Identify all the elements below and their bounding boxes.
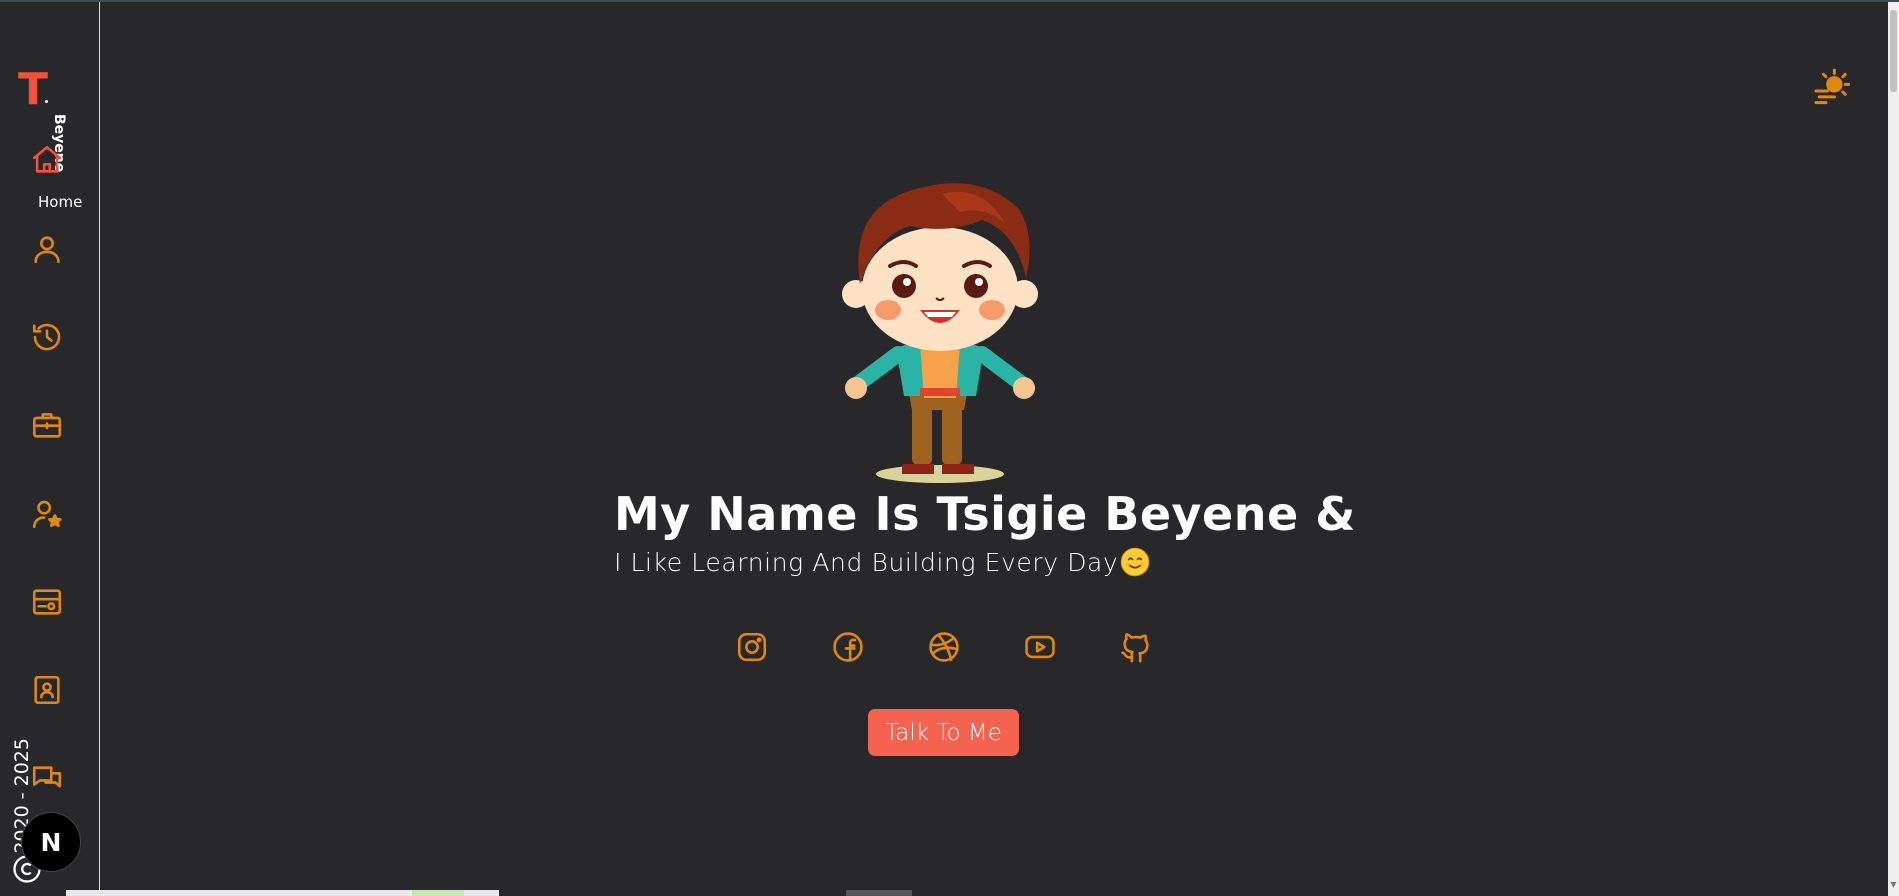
sidebar-divider [99,2,100,896]
facebook-link[interactable] [831,630,865,664]
hero-subtitle: I Like Learning And Building Every Day [614,547,1150,577]
scrollbar[interactable] [1888,2,1899,896]
scroll-down-arrow[interactable]: ▼ [1889,880,1898,890]
briefcase-icon [32,413,62,438]
server-icon [32,589,62,615]
contact-book-icon [34,675,60,705]
github-link[interactable] [1119,630,1153,664]
logo-letter[interactable]: T [18,68,48,112]
logo-dot [45,100,48,103]
dribbble-link[interactable] [927,630,961,664]
github-icon [1121,633,1149,663]
nav-home[interactable] [26,139,68,181]
bottom-strip-segment [412,890,464,896]
youtube-icon [1025,635,1055,659]
nextjs-badge[interactable]: N [21,812,81,872]
instagram-icon [737,632,767,662]
dribbble-icon [929,632,959,662]
nav-home-label: Home [38,193,83,211]
chat-icon [32,766,62,788]
home-icon [32,145,62,173]
youtube-link[interactable] [1023,630,1057,664]
page: T Beyene Home 2020 - 2025 N ▼ My Name Is… [0,0,1899,896]
hero-subtitle-text: I Like Learning And Building Every Day [614,548,1119,577]
talk-to-me-button[interactable]: Talk To Me [868,709,1019,756]
nav-work[interactable] [26,404,68,446]
hero-title: My Name Is Tsigie Beyene & [614,487,1356,541]
nav-services[interactable] [26,581,68,623]
social-links [735,630,1155,666]
instagram-link[interactable] [735,630,769,664]
nav-about[interactable] [26,228,68,270]
user-star-icon [32,500,62,529]
sun-icon[interactable] [1811,66,1851,106]
smiling-face-emoji [1121,547,1150,577]
facebook-icon [833,632,863,662]
nav-testimonials[interactable] [26,493,68,535]
scrollbar-thumb[interactable] [1890,10,1897,92]
top-border [0,0,1899,2]
user-icon [34,236,60,264]
nav-history[interactable] [26,316,68,358]
nav-contacts[interactable] [26,669,68,711]
bottom-mark [846,890,912,896]
cartoon-avatar [842,183,1038,483]
history-icon [32,323,61,351]
